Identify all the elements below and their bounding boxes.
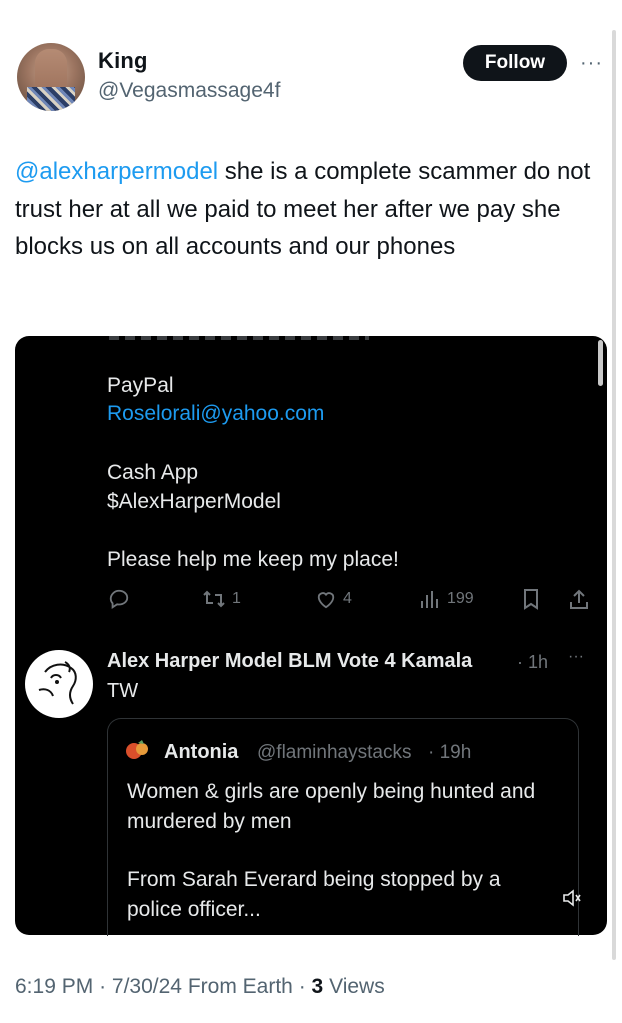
- author-handle[interactable]: @Vegasmassage4f: [98, 79, 280, 103]
- tweet-time[interactable]: 6:19 PM: [15, 975, 93, 998]
- quoted-tweet[interactable]: Antonia @flaminhaystacks · 19h Women & g…: [107, 718, 582, 936]
- tweet-date[interactable]: 7/30/24: [112, 975, 182, 998]
- views-count: 199: [447, 590, 474, 607]
- quote-avatar[interactable]: [124, 739, 152, 763]
- paypal-label: PayPal: [107, 374, 174, 397]
- bookmark-action[interactable]: [521, 588, 541, 610]
- author-avatar[interactable]: [17, 43, 85, 111]
- follow-button[interactable]: Follow: [463, 45, 567, 81]
- cartoon-avatar-icon: [38, 661, 77, 705]
- author-name[interactable]: King: [98, 48, 148, 74]
- reply-more-icon[interactable]: ···: [568, 648, 584, 666]
- cut-off-text: [109, 336, 369, 340]
- cashapp-label: Cash App: [107, 461, 199, 484]
- tweet-text: @alexharpermodel she is a complete scamm…: [15, 153, 600, 266]
- cashapp-tag: $AlexHarperModel: [107, 490, 281, 513]
- meta-separator-2: ·: [298, 975, 306, 998]
- like-action[interactable]: 4: [315, 589, 352, 609]
- like-count: 4: [343, 590, 352, 607]
- avatar-shorts: [27, 87, 75, 111]
- page-scrollbar[interactable]: [612, 30, 616, 960]
- views-number: 3: [311, 975, 324, 998]
- quote-author-name[interactable]: Antonia: [164, 741, 238, 764]
- quote-time: · 19h: [428, 742, 472, 763]
- media-scrollbar[interactable]: [598, 340, 603, 386]
- plea-text: Please help me keep my place!: [107, 548, 399, 571]
- reply-text: TW: [107, 680, 139, 702]
- bookmark-icon: [524, 589, 538, 610]
- views-label: Views: [329, 975, 385, 998]
- share-icon: [570, 589, 588, 609]
- quote-text-2: From Sarah Everard being stopped by a po…: [127, 868, 501, 921]
- quote-text-1: Women & girls are openly being hunted an…: [127, 780, 536, 833]
- retweet-icon: [203, 590, 225, 608]
- reply-author-name[interactable]: Alex Harper Model BLM Vote 4 Kamala: [107, 650, 472, 673]
- tweet-location: From Earth: [187, 975, 293, 998]
- share-action[interactable]: [568, 588, 590, 610]
- meta-separator: ·: [99, 975, 107, 998]
- views-action[interactable]: 199: [419, 589, 474, 609]
- avatar-figure: [35, 49, 67, 89]
- reply-icon: [109, 589, 129, 609]
- paypal-email-link[interactable]: Roselorali@yahoo.com: [107, 402, 324, 426]
- tweet-meta: 6:19 PM · 7/30/24 From Earth · 3 Views: [15, 975, 385, 999]
- retweet-action[interactable]: 1: [202, 589, 241, 609]
- views-icon: [421, 591, 438, 608]
- reply-avatar[interactable]: [25, 650, 93, 718]
- mute-icon[interactable]: [562, 889, 582, 912]
- reply-action[interactable]: [108, 588, 130, 610]
- reply-time: · 1h: [517, 652, 549, 672]
- quote-author-handle[interactable]: @flaminhaystacks: [257, 742, 411, 764]
- heart-icon: [317, 592, 335, 609]
- mention-link[interactable]: @alexharpermodel: [15, 158, 218, 185]
- more-options-icon[interactable]: ···: [580, 52, 603, 75]
- emoji-avatar-icon: [126, 740, 148, 759]
- retweet-count: 1: [232, 590, 241, 607]
